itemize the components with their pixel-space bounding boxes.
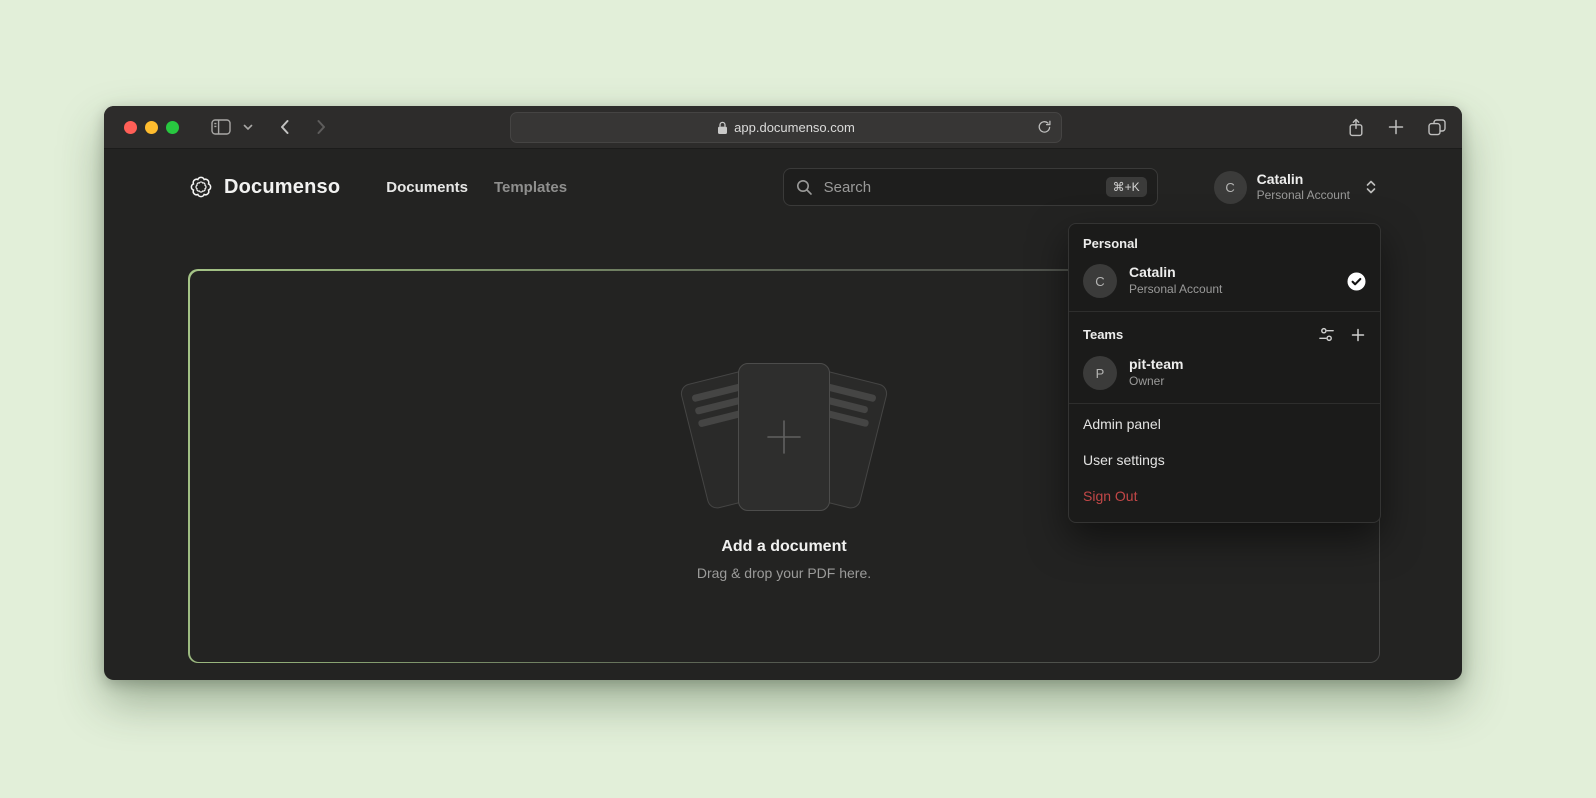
nav-templates[interactable]: Templates <box>494 179 567 196</box>
personal-section-heading: Personal <box>1069 224 1380 258</box>
account-avatar: C <box>1214 171 1247 204</box>
browser-titlebar: app.documenso.com <box>104 106 1462 149</box>
document-stack-illustration <box>664 363 904 513</box>
search-box[interactable]: ⌘+K <box>783 168 1158 206</box>
lock-icon <box>717 121 728 135</box>
personal-account-name: Catalin <box>1129 264 1222 282</box>
close-window-button[interactable] <box>124 121 137 134</box>
dropzone-title: Add a document <box>721 538 846 556</box>
forward-button[interactable] <box>314 117 329 137</box>
traffic-lights <box>124 121 179 134</box>
address-text: app.documenso.com <box>734 120 855 135</box>
menu-divider <box>1069 311 1380 312</box>
documenso-logo[interactable]: Documenso <box>188 174 340 200</box>
browser-window: app.documenso.com <box>104 106 1462 680</box>
team-role: Owner <box>1129 374 1183 390</box>
zoom-window-button[interactable] <box>166 121 179 134</box>
plus-icon <box>763 416 805 458</box>
main-nav: Documents Templates <box>386 179 567 196</box>
new-tab-icon[interactable] <box>1386 117 1406 137</box>
documenso-logo-icon <box>188 174 214 200</box>
account-name: Catalin <box>1257 171 1350 188</box>
add-document-card <box>738 363 830 511</box>
sidebar-toggle-icon[interactable] <box>209 117 233 137</box>
tab-overview-icon[interactable] <box>1426 117 1448 138</box>
search-shortcut-badge: ⌘+K <box>1106 177 1147 197</box>
address-bar[interactable]: app.documenso.com <box>510 112 1062 143</box>
sidebar-chevron-down-icon[interactable] <box>241 122 255 133</box>
create-team-plus-icon[interactable] <box>1350 327 1366 343</box>
chevrons-up-down-icon <box>1364 179 1378 195</box>
app-header: Documenso Documents Templates ⌘+K C Cata… <box>104 149 1462 225</box>
menu-item-admin-panel[interactable]: Admin panel <box>1069 406 1380 442</box>
dropzone-subtitle: Drag & drop your PDF here. <box>697 565 871 581</box>
brand-name: Documenso <box>224 176 340 199</box>
team-name: pit-team <box>1129 356 1183 374</box>
manage-teams-icon[interactable] <box>1318 326 1335 343</box>
teams-section-heading: Teams <box>1083 327 1123 342</box>
account-menu-trigger[interactable]: C Catalin Personal Account <box>1214 171 1378 204</box>
personal-account-item[interactable]: C Catalin Personal Account <box>1069 258 1380 309</box>
menu-divider <box>1069 403 1380 404</box>
nav-documents[interactable]: Documents <box>386 179 468 196</box>
account-dropdown-menu: Personal C Catalin Personal Account Team… <box>1068 223 1381 523</box>
personal-account-type: Personal Account <box>1129 282 1222 298</box>
share-icon[interactable] <box>1346 116 1366 139</box>
menu-item-sign-out[interactable]: Sign Out <box>1069 478 1380 514</box>
teams-section-heading-row: Teams <box>1069 314 1380 350</box>
selected-check-icon <box>1347 272 1366 291</box>
team-item[interactable]: P pit-team Owner <box>1069 350 1380 401</box>
account-type: Personal Account <box>1257 188 1350 204</box>
minimize-window-button[interactable] <box>145 121 158 134</box>
search-input[interactable] <box>822 178 1097 197</box>
personal-account-avatar: C <box>1083 264 1117 298</box>
team-avatar: P <box>1083 356 1117 390</box>
search-icon <box>796 179 813 196</box>
back-button[interactable] <box>277 117 292 137</box>
reload-icon[interactable] <box>1037 119 1052 138</box>
menu-item-user-settings[interactable]: User settings <box>1069 442 1380 478</box>
